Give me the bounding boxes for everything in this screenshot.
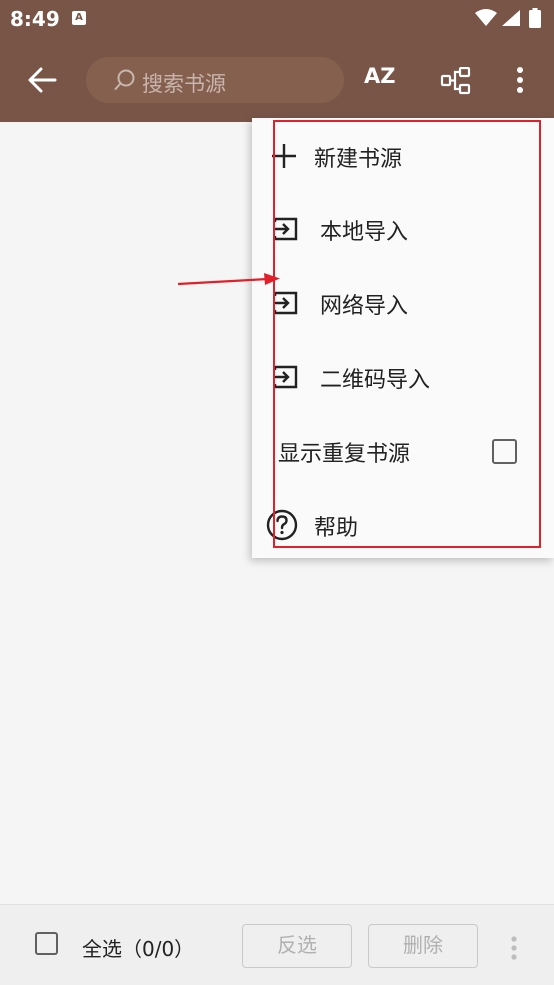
search-input[interactable]: 搜索书源 — [86, 57, 344, 103]
wifi-icon — [475, 9, 497, 26]
search-placeholder: 搜索书源 — [142, 72, 226, 96]
signal-icon — [502, 10, 520, 26]
more-vert-icon[interactable] — [510, 935, 518, 961]
annotation-highlight-box — [273, 120, 541, 548]
search-icon — [114, 69, 135, 90]
annotation-arrow-icon — [177, 273, 280, 286]
sort-az-button[interactable]: AZ — [364, 64, 395, 88]
status-bar: 8:49 A — [0, 0, 554, 38]
battery-icon — [529, 8, 541, 28]
bottom-action-bar: 全选（0/0） 反选 删除 — [0, 904, 554, 985]
invert-selection-button[interactable]: 反选 — [242, 924, 352, 968]
select-all-checkbox[interactable] — [35, 932, 58, 955]
toolbar: 搜索书源 AZ — [0, 38, 554, 122]
back-arrow-icon[interactable] — [27, 66, 57, 94]
group-icon[interactable] — [440, 67, 472, 95]
status-time: 8:49 — [10, 7, 60, 31]
more-vert-icon[interactable] — [515, 66, 525, 94]
delete-button[interactable]: 删除 — [368, 924, 478, 968]
notification-icon: A — [72, 11, 86, 25]
select-all-label[interactable]: 全选（0/0） — [82, 933, 194, 962]
